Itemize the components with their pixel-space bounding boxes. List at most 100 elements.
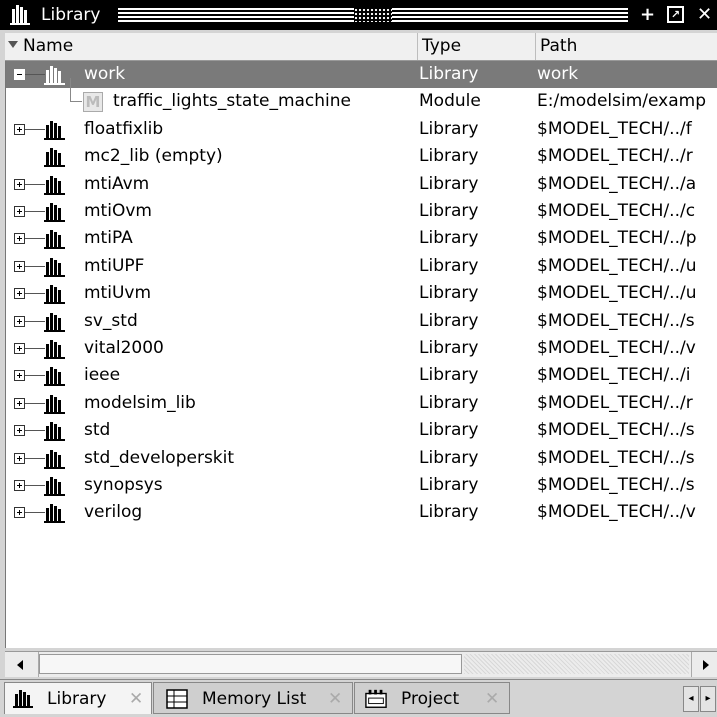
row-name: mtiUPF xyxy=(84,255,145,276)
row-path: work xyxy=(537,64,579,84)
expand-icon[interactable] xyxy=(14,425,25,437)
row-name: std_developerskit xyxy=(84,447,235,468)
row-type: Library xyxy=(419,475,479,495)
row-type: Library xyxy=(419,392,479,413)
undock-icon[interactable]: ↗ xyxy=(667,6,684,23)
grip-dots xyxy=(354,8,392,22)
library-tree[interactable]: work Library work Mtraffic_lights_state_mac… xyxy=(5,61,717,648)
row-path: $MODEL_TECH/../u xyxy=(537,283,697,304)
tree-row[interactable]: vital2000 Library $MODEL_TECH/../v xyxy=(6,335,717,362)
tree-row[interactable]: std_developerskit Library $MODEL_TECH/../s xyxy=(6,445,717,472)
column-name-label: Name xyxy=(23,36,74,56)
row-type: Library xyxy=(419,338,479,358)
tab-project[interactable]: Project ✕ xyxy=(354,682,510,714)
tab-strip: Library ✕ Memory List ✕ Project ✕ ◂ ▸ xyxy=(0,679,717,717)
library-icon xyxy=(13,690,33,708)
tab-scroll-right-icon[interactable]: ▸ xyxy=(700,686,716,712)
tree-connector xyxy=(25,512,45,514)
column-header: Name Type Path xyxy=(5,33,717,61)
row-name: verilog xyxy=(84,502,143,523)
library-icon xyxy=(44,256,68,278)
tab-memory-list[interactable]: Memory List ✕ xyxy=(153,682,353,714)
expand-icon[interactable] xyxy=(14,452,25,464)
row-name: mtiAvm xyxy=(84,173,150,194)
tree-row[interactable]: floatfixlib Library $MODEL_TECH/../f xyxy=(6,116,717,143)
row-type: Library xyxy=(419,146,479,167)
library-icon xyxy=(44,311,68,333)
horizontal-scrollbar[interactable] xyxy=(5,651,717,677)
tab-scroll-buttons: ◂ ▸ xyxy=(683,686,717,712)
tree-row[interactable]: synopsys Library $MODEL_TECH/../s xyxy=(6,472,717,499)
tree-row[interactable]: mtiUvm Library $MODEL_TECH/../u xyxy=(6,280,717,307)
row-type: Library xyxy=(419,64,479,84)
tree-row[interactable]: sv_std Library $MODEL_TECH/../s xyxy=(6,308,717,335)
tree-row[interactable]: work Library work xyxy=(6,61,717,88)
scrollbar-thumb[interactable] xyxy=(39,654,462,674)
project-icon xyxy=(365,689,387,708)
row-type: Library xyxy=(419,201,479,221)
expand-icon[interactable] xyxy=(14,343,25,354)
close-icon[interactable]: ✕ xyxy=(695,5,714,24)
library-icon xyxy=(44,64,68,86)
tree-row[interactable]: modelsim_lib Library $MODEL_TECH/../r xyxy=(6,390,717,417)
row-name: vital2000 xyxy=(84,338,164,358)
tree-connector xyxy=(25,183,45,185)
expand-icon[interactable] xyxy=(14,178,25,190)
row-name: work xyxy=(84,64,126,84)
row-path: $MODEL_TECH/../f xyxy=(537,118,692,139)
tree-row[interactable]: ieee Library $MODEL_TECH/../i xyxy=(6,362,717,389)
library-icon xyxy=(44,146,68,168)
library-icon xyxy=(44,228,68,250)
expand-icon[interactable] xyxy=(14,233,25,245)
column-type-label: Type xyxy=(422,36,462,56)
tree-connector xyxy=(25,485,45,486)
tree-row[interactable]: mc2_lib (empty) Library $MODEL_TECH/../r xyxy=(6,143,717,170)
expand-icon[interactable] xyxy=(14,206,25,217)
tree-connector xyxy=(25,74,45,75)
tree-row[interactable]: mtiUPF Library $MODEL_TECH/../u xyxy=(6,253,717,280)
tab-library-close-icon[interactable]: ✕ xyxy=(129,683,143,715)
library-icon xyxy=(44,448,68,470)
tree-connector xyxy=(25,320,45,322)
library-icon xyxy=(44,338,68,360)
library-books-icon xyxy=(10,5,30,25)
library-icon xyxy=(44,393,68,415)
expand-icon[interactable] xyxy=(14,507,25,519)
tab-project-close-icon[interactable]: ✕ xyxy=(485,683,499,715)
tree-row[interactable]: verilog Library $MODEL_TECH/../v xyxy=(6,499,717,526)
tree-row[interactable]: mtiPA Library $MODEL_TECH/../p xyxy=(6,225,717,252)
row-type: Library xyxy=(419,283,479,304)
library-icon xyxy=(44,420,68,442)
column-header-type[interactable]: Type xyxy=(417,33,535,60)
scroll-right-icon[interactable] xyxy=(691,652,717,677)
drag-handle[interactable] xyxy=(118,8,628,22)
row-name: std xyxy=(84,420,111,441)
tree-row[interactable]: std Library $MODEL_TECH/../s xyxy=(6,417,717,444)
column-header-path[interactable]: Path xyxy=(535,33,717,60)
expand-icon[interactable] xyxy=(14,288,25,300)
tree-row[interactable]: mtiOvm Library $MODEL_TECH/../c xyxy=(6,198,717,225)
scroll-left-icon[interactable] xyxy=(5,652,39,677)
tree-connector xyxy=(25,128,45,130)
row-path: $MODEL_TECH/../a xyxy=(537,173,697,194)
expand-icon[interactable] xyxy=(14,480,25,491)
tree-row[interactable]: mtiAvm Library $MODEL_TECH/../a xyxy=(6,171,717,198)
expand-icon[interactable] xyxy=(14,397,25,409)
column-header-name[interactable]: Name xyxy=(5,33,417,60)
expand-icon[interactable] xyxy=(14,370,25,382)
scrollbar-track[interactable] xyxy=(464,654,689,674)
tab-memory-list-close-icon[interactable]: ✕ xyxy=(328,683,342,715)
expand-icon[interactable] xyxy=(14,123,25,135)
add-icon[interactable]: + xyxy=(638,5,657,24)
expand-icon[interactable] xyxy=(14,260,25,272)
panel-title: Library xyxy=(41,5,101,25)
tree-row[interactable]: Mtraffic_lights_state_machine Module E:/mo… xyxy=(6,78,717,115)
panel-title-bar[interactable]: Library + ↗ ✕ xyxy=(0,0,717,30)
collapse-icon[interactable] xyxy=(14,69,25,80)
tab-library[interactable]: Library ✕ xyxy=(4,682,152,714)
row-path: $MODEL_TECH/../v xyxy=(537,338,696,358)
row-path: $MODEL_TECH/../i xyxy=(537,365,691,386)
row-path: $MODEL_TECH/../r xyxy=(537,392,693,413)
tab-scroll-left-icon[interactable]: ◂ xyxy=(683,686,699,712)
expand-icon[interactable] xyxy=(14,315,25,327)
